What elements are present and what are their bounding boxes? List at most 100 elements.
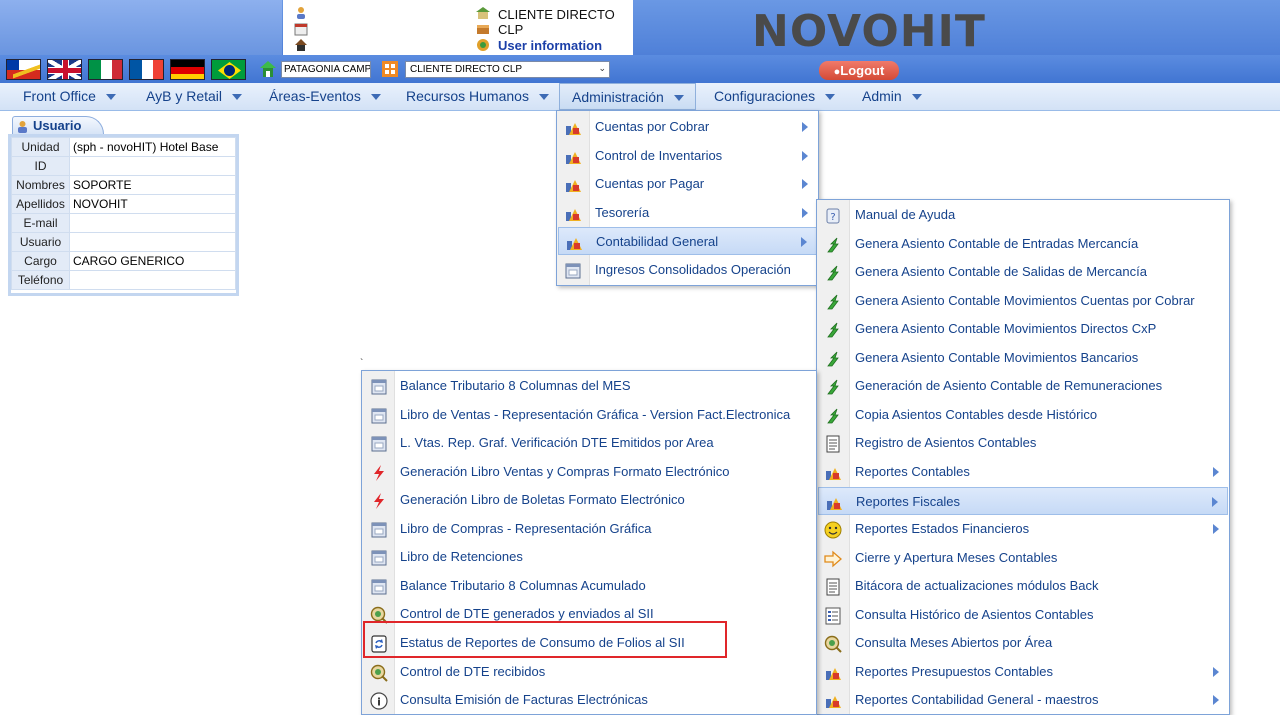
brazil-flag[interactable]: [211, 59, 246, 80]
camp-field[interactable]: PATAGONIA CAMP: [281, 61, 371, 78]
menu-front-office[interactable]: Front Office: [15, 83, 116, 110]
chevron-down-icon: [538, 94, 549, 101]
tools-icon: [824, 664, 842, 682]
menu-item-label: Cierre y Apertura Meses Contables: [855, 549, 1058, 565]
chevron-right-icon: [802, 122, 808, 132]
user-icon[interactable]: [294, 6, 308, 20]
uk-flag[interactable]: [47, 59, 82, 80]
menu-item[interactable]: Control de DTE recibidos: [363, 658, 815, 686]
menu-item[interactable]: Genera Asiento Contable Movimientos Banc…: [818, 344, 1228, 372]
menu-item[interactable]: Cuentas por Pagar: [558, 170, 817, 198]
menu-item[interactable]: Ingresos Consolidados Operación: [558, 256, 817, 284]
menu-item[interactable]: Contabilidad General: [558, 227, 817, 256]
menu-item[interactable]: Generación Libro de Boletas Formato Elec…: [363, 486, 815, 514]
menu-admin[interactable]: Admin: [854, 83, 922, 110]
tools-icon: [564, 176, 582, 194]
menu-item[interactable]: Cuentas por Cobrar: [558, 113, 817, 141]
box-icon: [477, 25, 489, 34]
menu-item[interactable]: Generación de Asiento Contable de Remune…: [818, 372, 1228, 400]
menu-areas-eventos[interactable]: Áreas-Eventos: [261, 83, 381, 110]
hotel-icon: [476, 7, 490, 19]
home-icon[interactable]: [294, 38, 308, 52]
chevron-down-icon: ⌄: [598, 63, 606, 73]
menu-configuraciones[interactable]: Configuraciones: [706, 83, 836, 110]
calendar-icon[interactable]: [294, 22, 308, 36]
field-value: NOVOHIT: [69, 194, 236, 214]
window-icon: [370, 549, 388, 567]
menu-item[interactable]: Consulta Histórico de Asientos Contables: [818, 601, 1228, 629]
germany-flag[interactable]: [170, 59, 205, 80]
user-information-link[interactable]: User information: [498, 38, 602, 53]
menu-item-label: Generación Libro de Boletas Formato Elec…: [400, 492, 685, 508]
menu-item[interactable]: Control de Inventarios: [558, 142, 817, 170]
menu-item-label: Contabilidad General: [596, 234, 719, 250]
menu-item[interactable]: Balance Tributario 8 Columnas Acumulado: [363, 572, 815, 600]
france-flag[interactable]: [129, 59, 164, 80]
client-select-value: CLIENTE DIRECTO CLP: [410, 64, 523, 75]
administracion-dropdown: Cuentas por Cobrar Control de Inventarios…: [556, 110, 819, 286]
menu-item[interactable]: Libro de Ventas - Representación Gráfica…: [363, 401, 815, 429]
menu-item[interactable]: Registro de Asientos Contables: [818, 429, 1228, 457]
chevron-right-icon: [802, 150, 808, 161]
chevron-down-icon: [825, 94, 836, 101]
menu-item-label: Generación Libro Ventas y Compras Format…: [400, 463, 730, 479]
search-icon: [370, 664, 388, 682]
chile-flag[interactable]: [6, 59, 41, 80]
menu-item[interactable]: L. Vtas. Rep. Graf. Verificación DTE Emi…: [363, 429, 815, 457]
user-info-icon[interactable]: [475, 38, 491, 52]
table-row: Apellidos NOVOHIT: [11, 194, 236, 214]
menu-label: Configuraciones: [714, 88, 816, 104]
menu-item[interactable]: ? Manual de Ayuda: [818, 201, 1228, 229]
menu-item-label: Libro de Compras - Representación Gráfic…: [400, 520, 652, 536]
menu-item-label: Reportes Contabilidad General - maestros: [855, 692, 1099, 708]
chevron-right-icon: [1212, 496, 1218, 507]
green-arrow-icon: [824, 378, 842, 396]
menu-item[interactable]: Reportes Presupuestos Contables: [818, 658, 1228, 686]
menu-item[interactable]: Bitácora de actualizaciones módulos Back: [818, 572, 1228, 600]
window-icon: [370, 578, 388, 596]
menu-label: AyB y Retail: [146, 88, 222, 104]
menu-item-label: Generación de Asiento Contable de Remune…: [855, 378, 1163, 394]
menu-item[interactable]: Cierre y Apertura Meses Contables: [818, 544, 1228, 572]
menu-administracion[interactable]: Administración: [559, 83, 696, 110]
brand-logo: NOVOHIT: [752, 6, 986, 57]
menu-item[interactable]: Libro de Retenciones: [363, 543, 815, 571]
building-icon: [382, 61, 398, 77]
chevron-right-icon: [1213, 524, 1219, 535]
header-left-panel: [0, 0, 282, 55]
menu-item[interactable]: Genera Asiento Contable Movimientos Dire…: [818, 315, 1228, 343]
table-row: Teléfono: [11, 270, 236, 290]
menu-item[interactable]: Generación Libro Ventas y Compras Format…: [363, 458, 815, 486]
menu-item[interactable]: Genera Asiento Contable de Entradas Merc…: [818, 230, 1228, 258]
menu-item[interactable]: Tesorería: [558, 199, 817, 227]
contabilidad-general-submenu: ? Manual de Ayuda Genera Asiento Contable …: [816, 199, 1230, 715]
client-select[interactable]: CLIENTE DIRECTO CLP ⌄: [405, 61, 610, 78]
menu-item[interactable]: Consulta Meses Abiertos por Área: [818, 629, 1228, 657]
menu-item[interactable]: Reportes Fiscales: [818, 486, 1228, 515]
menu-item[interactable]: Copia Asientos Contables desde Histórico: [818, 401, 1228, 429]
field-value: [69, 270, 236, 290]
reportes-fiscales-submenu: Balance Tributario 8 Columnas del MES Lib…: [361, 370, 817, 715]
home-icon: [260, 61, 276, 77]
menu-item[interactable]: Balance Tributario 8 Columnas del MES: [363, 372, 815, 400]
field-value: [69, 232, 236, 252]
menu-item-label: Cuentas por Pagar: [595, 176, 705, 192]
menu-recursos-humanos[interactable]: Recursos Humanos: [398, 83, 549, 110]
italy-flag[interactable]: [88, 59, 123, 80]
menu-item[interactable]: Reportes Estados Financieros: [818, 515, 1228, 543]
annotation-highlight-box: [363, 621, 727, 658]
menu-item[interactable]: Genera Asiento Contable de Salidas de Me…: [818, 258, 1228, 286]
menu-item[interactable]: Reportes Contabilidad General - maestros: [818, 686, 1228, 714]
menu-item[interactable]: Libro de Compras - Representación Gráfic…: [363, 515, 815, 543]
window-icon: [370, 521, 388, 539]
table-row: Cargo CARGO GENERICO: [11, 251, 236, 271]
logout-button[interactable]: ●Logout: [819, 61, 899, 80]
tab-usuario[interactable]: Usuario: [12, 116, 104, 135]
menu-item-label: Libro de Ventas - Representación Gráfica…: [400, 406, 791, 422]
toolbar: PATAGONIA CAMP CLIENTE DIRECTO CLP ⌄: [0, 55, 1280, 83]
menu-item[interactable]: Genera Asiento Contable Movimientos Cuen…: [818, 287, 1228, 315]
menu-item[interactable]: i Consulta Emisión de Facturas Electrónic…: [363, 686, 815, 714]
menu-ayb-retail[interactable]: AyB y Retail: [138, 83, 242, 110]
menu-item[interactable]: Reportes Contables: [818, 458, 1228, 486]
table-row: ID: [11, 156, 236, 176]
